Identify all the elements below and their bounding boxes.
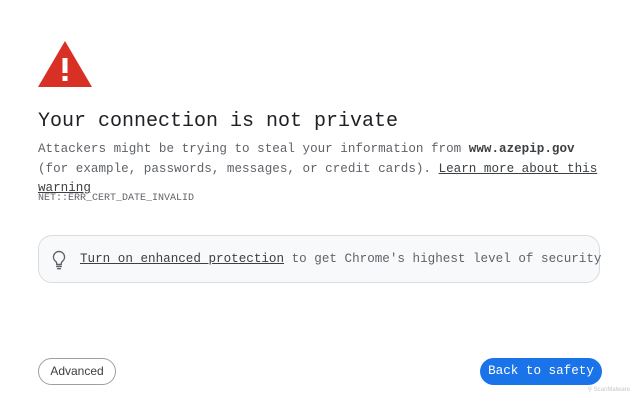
- lightbulb-icon: [52, 250, 66, 270]
- warning-description: Attackers might be trying to steal your …: [38, 140, 608, 199]
- error-code: NET::ERR_CERT_DATE_INVALID: [38, 193, 195, 204]
- enhanced-protection-rest: to get Chrome's highest level of securit…: [284, 252, 602, 266]
- watermark: ⚲ ScanMalware: [587, 387, 630, 393]
- advanced-button[interactable]: Advanced: [38, 358, 116, 385]
- description-prefix: Attackers might be trying to steal your …: [38, 142, 469, 156]
- page-title: Your connection is not private: [38, 110, 399, 133]
- description-middle: (for example, passwords, messages, or cr…: [38, 161, 439, 176]
- enhanced-protection-text: Turn on enhanced protection to get Chrom…: [80, 251, 601, 268]
- enhanced-protection-banner: Turn on enhanced protection to get Chrom…: [38, 235, 601, 283]
- back-to-safety-button[interactable]: Back to safety: [480, 358, 602, 385]
- site-domain: www.azepip.gov: [468, 142, 575, 156]
- watermark-text: ScanMalware: [593, 387, 630, 393]
- warning-triangle-icon: [38, 41, 92, 87]
- enhanced-protection-link[interactable]: Turn on enhanced protection: [80, 252, 284, 266]
